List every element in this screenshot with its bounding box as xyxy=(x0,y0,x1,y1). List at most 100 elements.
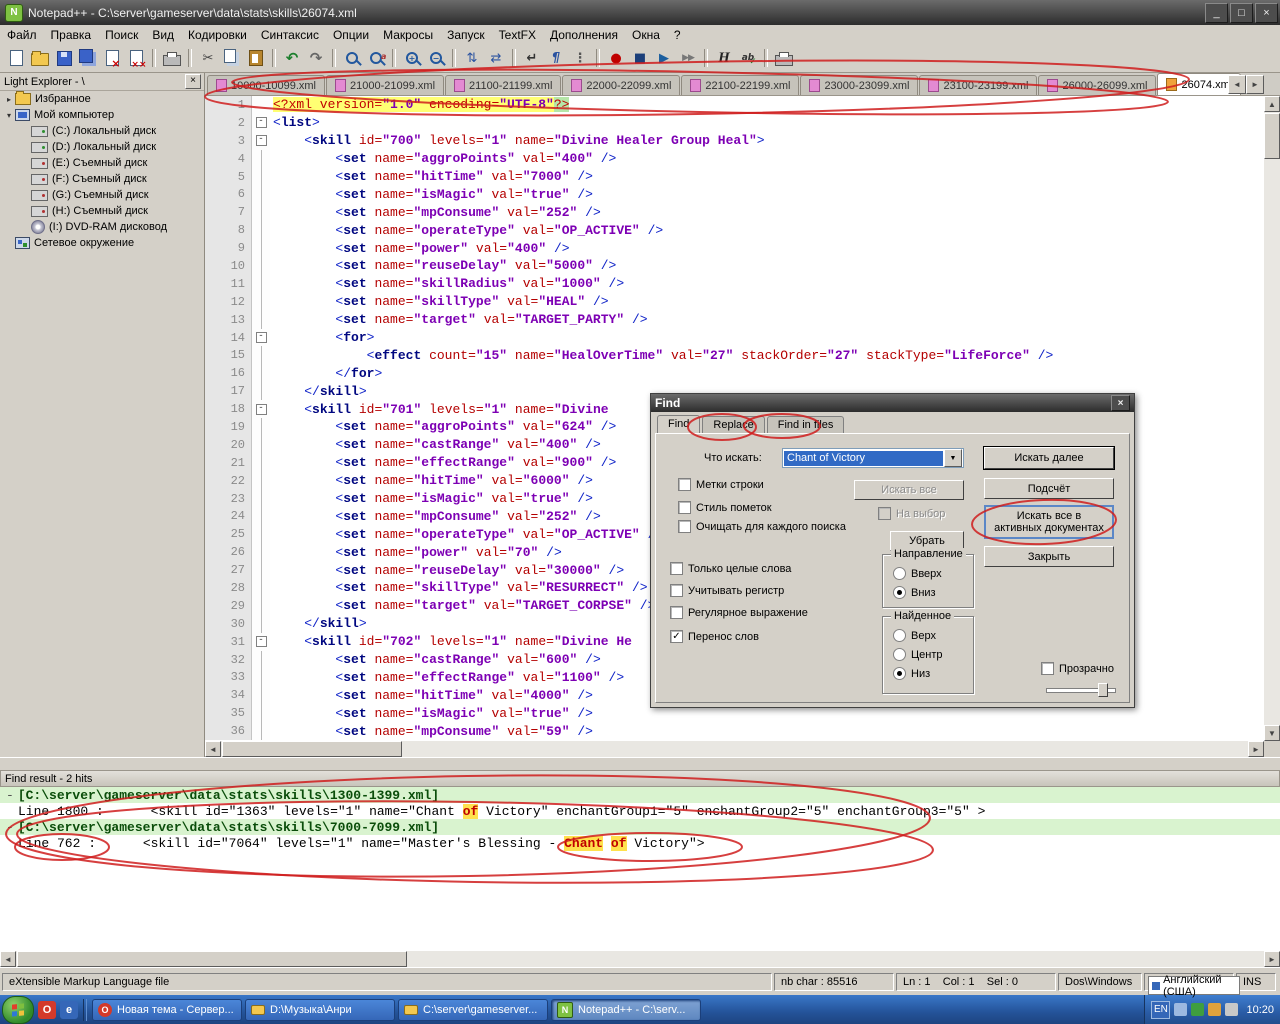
fold-margin[interactable]: - xyxy=(252,329,270,347)
tree-item[interactable]: (E:) Съемный диск xyxy=(0,155,204,171)
document-tab[interactable]: 21000-21099.xml xyxy=(326,75,444,95)
close-dialog-button[interactable]: Закрыть xyxy=(984,546,1114,567)
result-line-row[interactable]: Line 762 : <skill id="7064" levels="1" n… xyxy=(0,835,1280,851)
macro-play-icon[interactable] xyxy=(653,47,675,69)
document-tab[interactable]: 26000-26099.xml xyxy=(1038,75,1156,95)
tree-expander-icon[interactable]: ▾ xyxy=(4,111,14,120)
document-tab[interactable]: 23100-23199.xml xyxy=(919,75,1037,95)
copy-icon[interactable] xyxy=(221,47,243,69)
antivirus-icon[interactable] xyxy=(1191,1003,1204,1016)
print-icon[interactable] xyxy=(161,47,183,69)
found-bottom-radio[interactable]: Низ xyxy=(893,667,930,680)
tree-item[interactable]: (C:) Локальный диск xyxy=(0,123,204,139)
fold-margin[interactable]: - xyxy=(252,132,270,150)
tree-item[interactable]: ▸Избранное xyxy=(0,91,204,107)
find-all-button[interactable]: Искать все xyxy=(854,480,964,500)
tab-replace[interactable]: Replace xyxy=(702,416,764,434)
find-all-open-docs-button[interactable]: Искать все в активных документах xyxy=(984,505,1114,539)
menu-item[interactable]: Запуск xyxy=(440,26,492,44)
tree-item[interactable]: (I:) DVD-RAM дисковод xyxy=(0,219,204,235)
print-now-icon[interactable] xyxy=(773,47,795,69)
mark-style-checkbox[interactable]: Стиль пометок xyxy=(678,501,772,514)
menu-item[interactable]: TextFX xyxy=(492,26,543,44)
volume-icon[interactable] xyxy=(1174,1003,1187,1016)
window-titlebar[interactable]: N Notepad++ - C:\server\gameserver\data\… xyxy=(0,0,1280,25)
new-file-icon[interactable] xyxy=(5,47,27,69)
open-file-icon[interactable] xyxy=(29,47,51,69)
minimize-button[interactable]: _ xyxy=(1205,3,1228,23)
maximize-button[interactable]: □ xyxy=(1230,3,1253,23)
combo-dropdown-icon[interactable]: ▼ xyxy=(944,449,962,467)
purge-checkbox[interactable]: Очищать для каждого поиска xyxy=(678,520,853,533)
close-file-icon[interactable] xyxy=(101,47,123,69)
results-scroll-thumb[interactable] xyxy=(17,951,407,967)
indent-guide-icon[interactable] xyxy=(569,47,591,69)
menu-item[interactable]: Кодировки xyxy=(181,26,254,44)
start-button[interactable] xyxy=(2,996,34,1024)
scroll-right-icon[interactable]: ► xyxy=(1264,951,1280,967)
menu-item[interactable]: Файл xyxy=(0,26,44,44)
tree-item[interactable]: ▾Мой компьютер xyxy=(0,107,204,123)
found-center-radio[interactable]: Центр xyxy=(893,648,943,661)
tree-item[interactable]: (D:) Локальный диск xyxy=(0,139,204,155)
results-horizontal-scrollbar[interactable]: ◄ ► xyxy=(0,951,1280,967)
undo-icon[interactable] xyxy=(281,47,303,69)
scroll-right-icon[interactable]: ► xyxy=(1248,741,1264,757)
tab-find-in-files[interactable]: Find in files xyxy=(767,416,845,434)
tree-item[interactable]: (H:) Съемный диск xyxy=(0,203,204,219)
in-selection-checkbox[interactable]: На выбор xyxy=(878,507,945,520)
horizontal-scroll-thumb[interactable] xyxy=(222,741,402,757)
word-wrap-icon[interactable] xyxy=(521,47,543,69)
menu-item[interactable]: Поиск xyxy=(98,26,145,44)
fold-margin[interactable]: - xyxy=(252,114,270,132)
quick-launch-desktop-icon[interactable]: e xyxy=(60,1001,78,1019)
direction-up-radio[interactable]: Вверх xyxy=(893,567,942,580)
cut-icon[interactable] xyxy=(197,47,219,69)
redo-icon[interactable] xyxy=(305,47,327,69)
match-case-checkbox[interactable]: Учитывать регистр xyxy=(670,584,784,597)
fold-margin[interactable]: - xyxy=(252,400,270,418)
wrap-around-checkbox[interactable]: Перенос слов xyxy=(670,630,759,643)
fold-marker-icon[interactable]: - xyxy=(256,117,267,128)
editor-vertical-scrollbar[interactable]: ▲ ▼ xyxy=(1264,96,1280,741)
zoom-in-icon[interactable]: + xyxy=(401,47,423,69)
textfx-icon[interactable] xyxy=(713,47,735,69)
sync-vertical-icon[interactable] xyxy=(461,47,483,69)
bookmark-line-checkbox[interactable]: Метки строки xyxy=(678,478,764,491)
tab-scroll-right-icon[interactable]: ► xyxy=(1246,75,1264,94)
document-tab[interactable]: 10000-10099.xml xyxy=(207,75,325,95)
menu-item[interactable]: Макросы xyxy=(376,26,440,44)
search-input[interactable]: Chant of Victory ▼ xyxy=(782,448,964,468)
spellcheck-icon[interactable] xyxy=(737,47,759,69)
collapse-marker-icon[interactable]: - xyxy=(0,788,18,803)
save-file-icon[interactable] xyxy=(53,47,75,69)
document-tab[interactable]: 23000-23099.xml xyxy=(800,75,918,95)
task-button[interactable]: NNotepad++ - C:\serv... xyxy=(551,999,701,1021)
sync-horizontal-icon[interactable] xyxy=(485,47,507,69)
menu-item[interactable]: Вид xyxy=(145,26,181,44)
tree-item[interactable]: (F:) Съемный диск xyxy=(0,171,204,187)
menu-item[interactable]: Правка xyxy=(44,26,99,44)
find-dialog-titlebar[interactable]: Find × xyxy=(651,394,1134,412)
macro-stop-icon[interactable] xyxy=(629,47,651,69)
close-all-icon[interactable] xyxy=(125,47,147,69)
replace-icon[interactable] xyxy=(365,47,387,69)
macro-record-icon[interactable] xyxy=(605,47,627,69)
find-dialog-close-button[interactable]: × xyxy=(1111,395,1130,411)
menu-item[interactable]: Синтаксис xyxy=(254,26,326,44)
menu-item[interactable]: ? xyxy=(667,26,688,44)
zoom-out-icon[interactable]: − xyxy=(425,47,447,69)
show-symbols-icon[interactable] xyxy=(545,47,567,69)
language-indicator[interactable]: EN xyxy=(1151,1001,1170,1019)
menu-item[interactable]: Опции xyxy=(326,26,376,44)
paste-icon[interactable] xyxy=(245,47,267,69)
update-icon[interactable] xyxy=(1208,1003,1221,1016)
whole-word-checkbox[interactable]: Только целые слова xyxy=(670,562,791,575)
fold-marker-icon[interactable]: - xyxy=(256,404,267,415)
network-icon[interactable] xyxy=(1225,1003,1238,1016)
fold-margin[interactable]: - xyxy=(252,633,270,651)
result-file-row[interactable]: -[C:\server\gameserver\data\stats\skills… xyxy=(0,787,1280,803)
fold-marker-icon[interactable]: - xyxy=(256,135,267,146)
tab-scroll-left-icon[interactable]: ◄ xyxy=(1228,75,1246,94)
count-button[interactable]: Подсчёт xyxy=(984,478,1114,499)
